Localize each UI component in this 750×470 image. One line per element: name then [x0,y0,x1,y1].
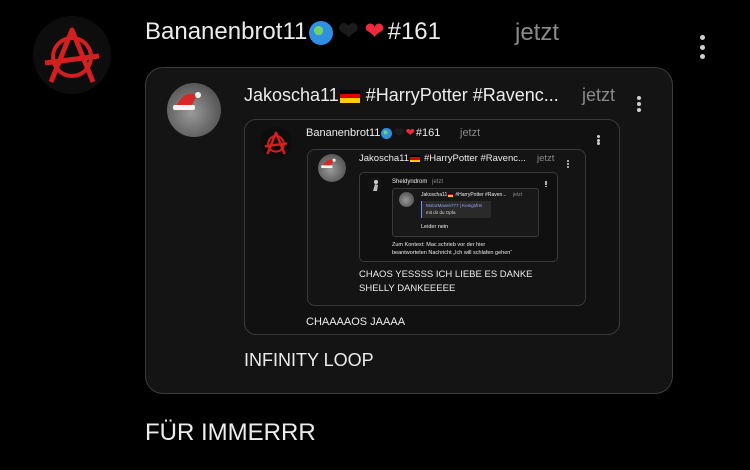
quote-text: Leider nein [421,224,449,230]
post-author-suffix: #161 [387,18,441,45]
germany-flag-icon [339,89,360,103]
quote-text-line-2: SHELLY DANKEEEEE [359,283,456,294]
globe-icon [309,20,334,45]
post-time: jetzt [515,19,560,46]
quote-author[interactable]: Jakoscha11 #HarryPotter #Raven... [421,192,506,198]
avatar[interactable] [33,16,111,94]
quote-author-name: Jakoscha11 [244,85,339,105]
figure-icon [373,180,378,191]
quote-time: jetzt [460,127,481,139]
quote-author-name: Bananenbrot11 [306,127,381,139]
quote-author-tags: #HarryPotter #Raven... [455,192,507,198]
avatar[interactable] [260,127,292,159]
quote-text-line-1: Zum Kontext: Mac schrieb vor der hier [392,242,486,248]
quote-time: jetzt [432,179,444,185]
quote-author-name: Jakoscha11 [359,153,409,164]
quote-author-name: Jakoscha11 [421,192,448,198]
santa-hat-icon [321,158,336,168]
more-options-icon[interactable] [698,35,706,59]
reply-quote-text: mit dir du Opfa [426,210,456,215]
black-heart-icon: ❤ [338,18,359,45]
reply-quote-author: MotorMaven777 | Kenigsfrei [426,203,483,208]
globe-icon [381,127,393,139]
more-options-icon[interactable] [636,96,642,112]
post-text: FÜR IMMERRR [145,419,316,446]
avatar[interactable] [318,154,346,182]
quote-text-line-2: beantworteten Nachricht „Ich will schlaf… [392,250,513,256]
quote-author[interactable]: Jakoscha11 #HarryPotter #Ravenc... [244,84,559,106]
quote-text: INFINITY LOOP [244,350,374,370]
quote-text: CHAAAAOS JAAAA [306,316,406,328]
quote-text-line-1: CHAOS YESSSS ICH LIEBE ES DANKE [359,269,533,280]
reply-quote: MotorMaven777 | Kenigsfrei mit dir du Op… [421,201,491,218]
more-options-icon[interactable] [545,181,547,187]
more-options-icon[interactable] [596,135,600,145]
quote-author[interactable]: Jakoscha11 #HarryPotter #Ravenc... [359,153,526,165]
germany-flag-icon [448,192,454,197]
red-heart-icon: ❤ [405,127,415,139]
santa-hat-icon [173,92,201,110]
black-heart-icon: ❤ [394,127,404,139]
germany-flag-icon [410,154,420,162]
avatar[interactable] [399,192,414,207]
post-author[interactable]: Bananenbrot11 ❤ ❤ #161 [145,17,441,47]
quote-author-suffix: #161 [415,127,441,139]
quote-time: jetzt [513,192,523,198]
quote-author-tags: #HarryPotter #Ravenc... [424,153,526,164]
red-heart-icon: ❤ [364,18,385,45]
quote-time: jetzt [582,85,616,105]
quote-time: jetzt [537,153,555,164]
more-options-icon[interactable] [566,160,570,168]
anarchy-icon [44,27,100,83]
quote-author-tags: #HarryPotter #Ravenc... [365,85,559,105]
anarchy-icon [264,131,288,155]
quote-author[interactable]: Bananenbrot11 ❤ ❤#161 [306,126,440,140]
post-author-name: Bananenbrot11 [145,18,308,45]
quote-author[interactable]: Sheldyndrom [392,178,427,186]
avatar[interactable] [368,178,382,192]
avatar[interactable] [167,83,221,137]
